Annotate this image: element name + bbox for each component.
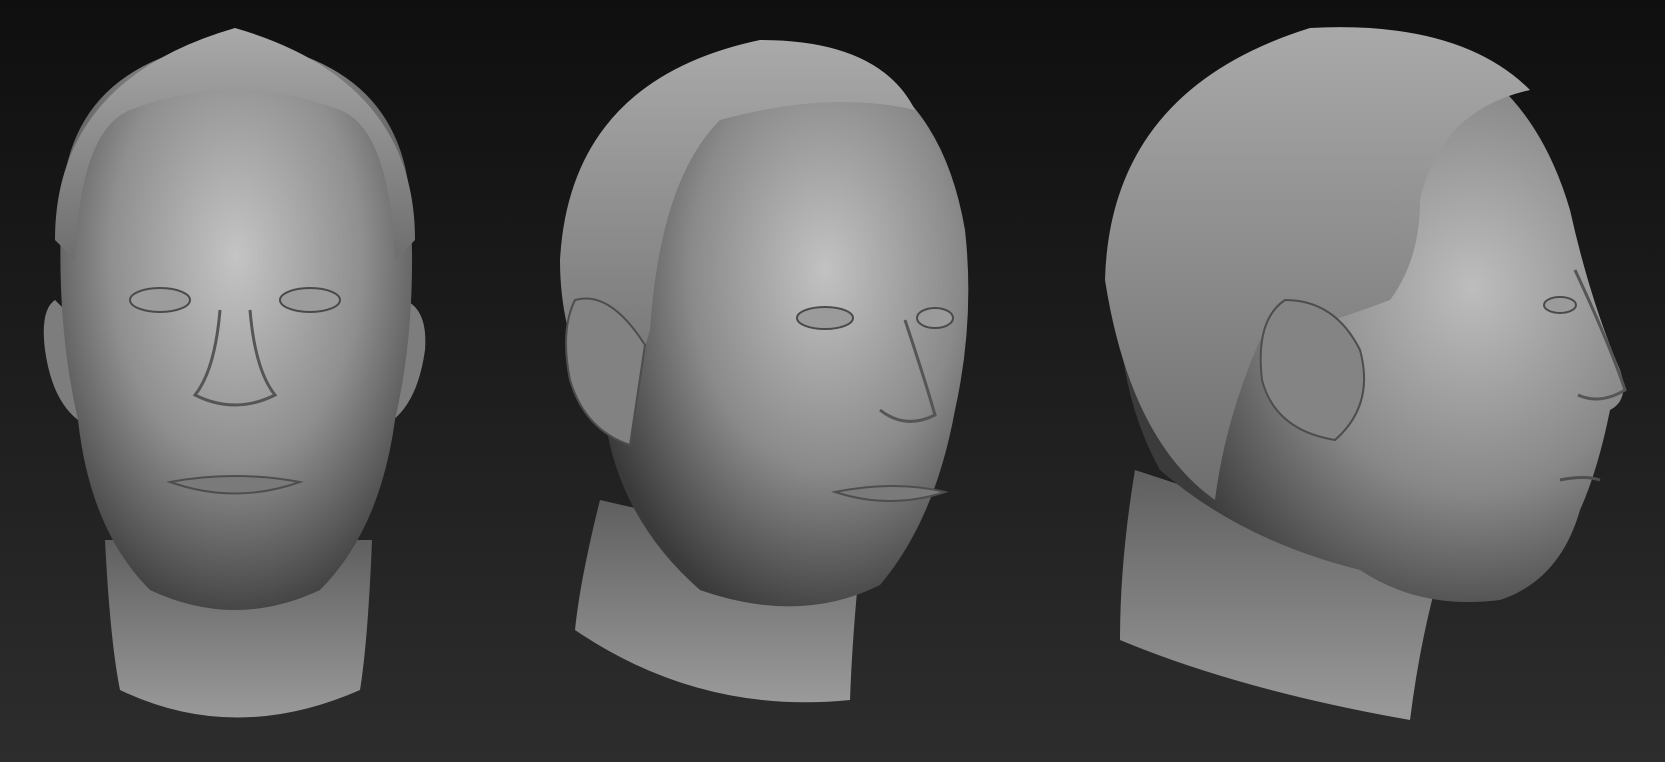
sculpt-render [43, 27, 1627, 720]
three-quarter-view-head [560, 40, 969, 703]
side-view-head [1105, 27, 1627, 720]
front-left-eye [129, 287, 191, 313]
quarter-right-eye [916, 307, 954, 329]
sculpt-viewport [0, 0, 1665, 762]
front-face [60, 40, 413, 610]
front-right-eye [279, 287, 341, 313]
front-view-head [43, 28, 426, 718]
side-eye [1543, 296, 1577, 314]
quarter-left-eye [796, 306, 854, 330]
